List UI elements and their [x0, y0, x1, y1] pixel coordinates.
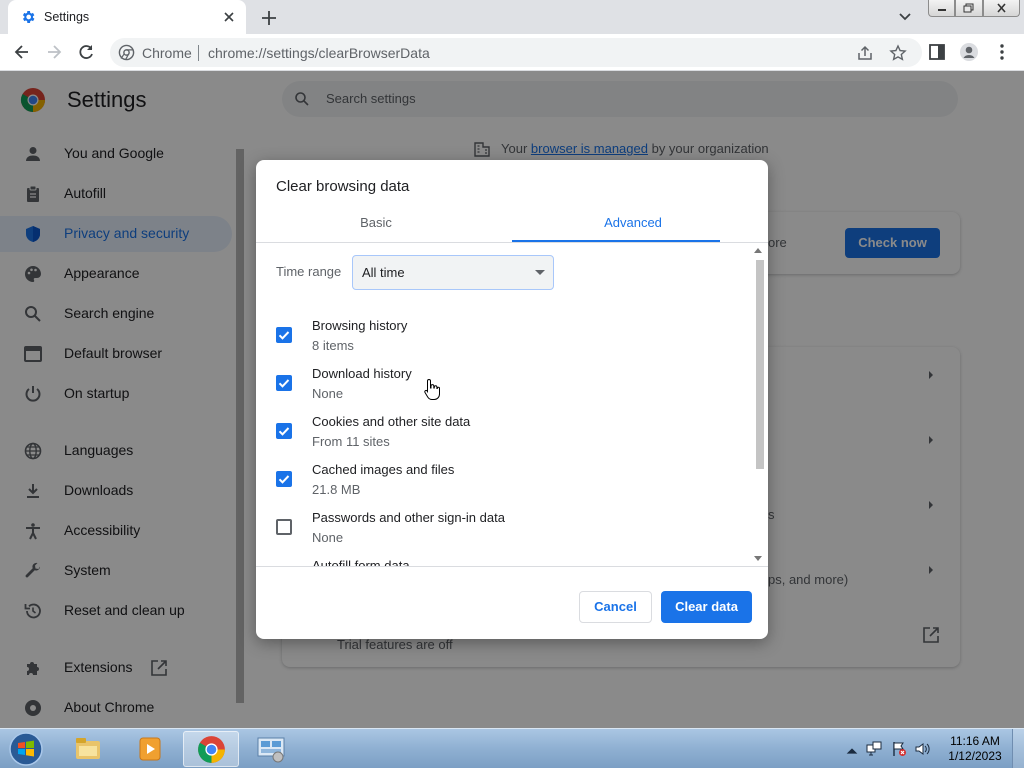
chrome-icon	[198, 736, 225, 763]
site-label: Chrome	[142, 45, 192, 61]
action-center-flag-icon[interactable]	[891, 741, 907, 757]
option-title: Passwords and other sign-in data	[312, 510, 505, 525]
volume-icon[interactable]	[915, 741, 931, 757]
option-autofill-form-data[interactable]: Autofill form data	[256, 558, 746, 566]
time-range-value: All time	[362, 265, 405, 280]
side-panel-icon[interactable]	[927, 42, 947, 62]
option-subtitle: From 11 sites	[312, 434, 390, 449]
restore-icon	[963, 3, 974, 13]
network-icon[interactable]	[866, 741, 882, 757]
dialog-scrollbar-thumb[interactable]	[756, 260, 764, 469]
option-title: Autofill form data	[312, 558, 410, 566]
control-panel-icon	[257, 737, 285, 763]
option-title: Browsing history	[312, 318, 408, 333]
taskbar-chrome[interactable]	[183, 731, 239, 767]
option-title: Cached images and files	[312, 462, 455, 477]
folder-icon	[76, 738, 100, 759]
hand-cursor-icon	[424, 378, 440, 400]
dialog-footer-divider	[256, 566, 768, 567]
restore-button[interactable]	[955, 0, 983, 17]
back-icon[interactable]	[11, 41, 33, 63]
new-tab-icon[interactable]	[258, 7, 280, 29]
taskbar-explorer[interactable]	[60, 731, 116, 767]
option-title: Download history	[312, 366, 412, 381]
chevron-down-icon[interactable]	[895, 9, 915, 25]
option-title: Cookies and other site data	[312, 414, 471, 429]
checkmark-icon	[278, 475, 290, 484]
option-subtitle: None	[312, 530, 344, 545]
reload-icon[interactable]	[75, 41, 97, 63]
more-menu-icon[interactable]	[992, 42, 1012, 62]
windows-taskbar: 11:16 AM 1/12/2023	[0, 728, 1024, 768]
tab-basic[interactable]: Basic	[256, 215, 496, 230]
option-passwords[interactable]: Passwords and other sign-in data None	[256, 510, 746, 558]
media-player-icon	[139, 737, 161, 761]
clock-time: 11:16 AM	[950, 734, 1000, 748]
address-bar[interactable]: Chrome chrome://settings/clearBrowserDat…	[110, 38, 922, 67]
profile-avatar[interactable]	[959, 42, 979, 62]
option-cookies[interactable]: Cookies and other site data From 11 site…	[256, 414, 746, 462]
time-range-select[interactable]: All time	[352, 255, 554, 290]
start-button[interactable]	[6, 730, 46, 768]
option-subtitle: 8 items	[312, 338, 354, 353]
clear-browsing-data-dialog: Clear browsing data Basic Advanced Time …	[256, 160, 768, 639]
tab-settings[interactable]: Settings	[8, 0, 246, 34]
checkmark-icon	[278, 427, 290, 436]
clock-date: 1/12/2023	[948, 749, 1002, 763]
taskbar-control-panel[interactable]	[244, 731, 300, 767]
clear-data-button[interactable]: Clear data	[661, 591, 752, 623]
url-text[interactable]: chrome://settings/clearBrowserData	[208, 45, 430, 61]
cancel-button[interactable]: Cancel	[579, 591, 652, 623]
dropdown-arrow-icon	[535, 270, 545, 275]
close-icon	[997, 3, 1006, 13]
close-window-button[interactable]	[982, 0, 1020, 17]
taskbar-media-player[interactable]	[122, 731, 178, 767]
minimize-button[interactable]	[928, 0, 956, 17]
bookmark-star-icon[interactable]	[889, 44, 907, 62]
scroll-up-icon[interactable]	[754, 247, 762, 253]
checkbox-checked[interactable]	[276, 327, 292, 343]
show-hidden-icons-icon[interactable]	[844, 743, 860, 759]
options-scroll-area[interactable]: Time range All time Browsing history 8 i…	[256, 243, 768, 566]
dialog-title: Clear browsing data	[276, 178, 410, 195]
checkbox-unchecked[interactable]	[276, 519, 292, 535]
tab-strip: Settings	[0, 0, 1024, 34]
close-icon[interactable]	[220, 8, 238, 26]
forward-icon[interactable]	[43, 41, 65, 63]
time-range-label: Time range	[276, 264, 342, 279]
checkbox-checked[interactable]	[276, 375, 292, 391]
checkbox-checked[interactable]	[276, 423, 292, 439]
tab-title: Settings	[44, 10, 90, 24]
minimize-icon	[937, 9, 946, 11]
browser-toolbar: Chrome chrome://settings/clearBrowserDat…	[0, 34, 1024, 71]
option-subtitle: 21.8 MB	[312, 482, 361, 497]
tab-advanced[interactable]: Advanced	[513, 215, 753, 230]
share-icon[interactable]	[856, 44, 874, 62]
checkmark-icon	[278, 331, 290, 340]
chrome-icon	[118, 44, 135, 61]
option-download-history[interactable]: Download history None	[256, 366, 746, 414]
option-subtitle: None	[312, 386, 344, 401]
window-controls	[928, 0, 1020, 17]
omnibox-separator	[198, 45, 199, 61]
option-cached-images[interactable]: Cached images and files 21.8 MB	[256, 462, 746, 510]
scroll-down-icon[interactable]	[754, 556, 762, 562]
gear-icon	[22, 11, 35, 23]
checkmark-icon	[278, 379, 290, 388]
system-clock[interactable]: 11:16 AM 1/12/2023	[944, 734, 1006, 764]
option-browsing-history[interactable]: Browsing history 8 items	[256, 318, 746, 366]
checkbox-checked[interactable]	[276, 471, 292, 487]
show-desktop-button[interactable]	[1012, 729, 1024, 768]
